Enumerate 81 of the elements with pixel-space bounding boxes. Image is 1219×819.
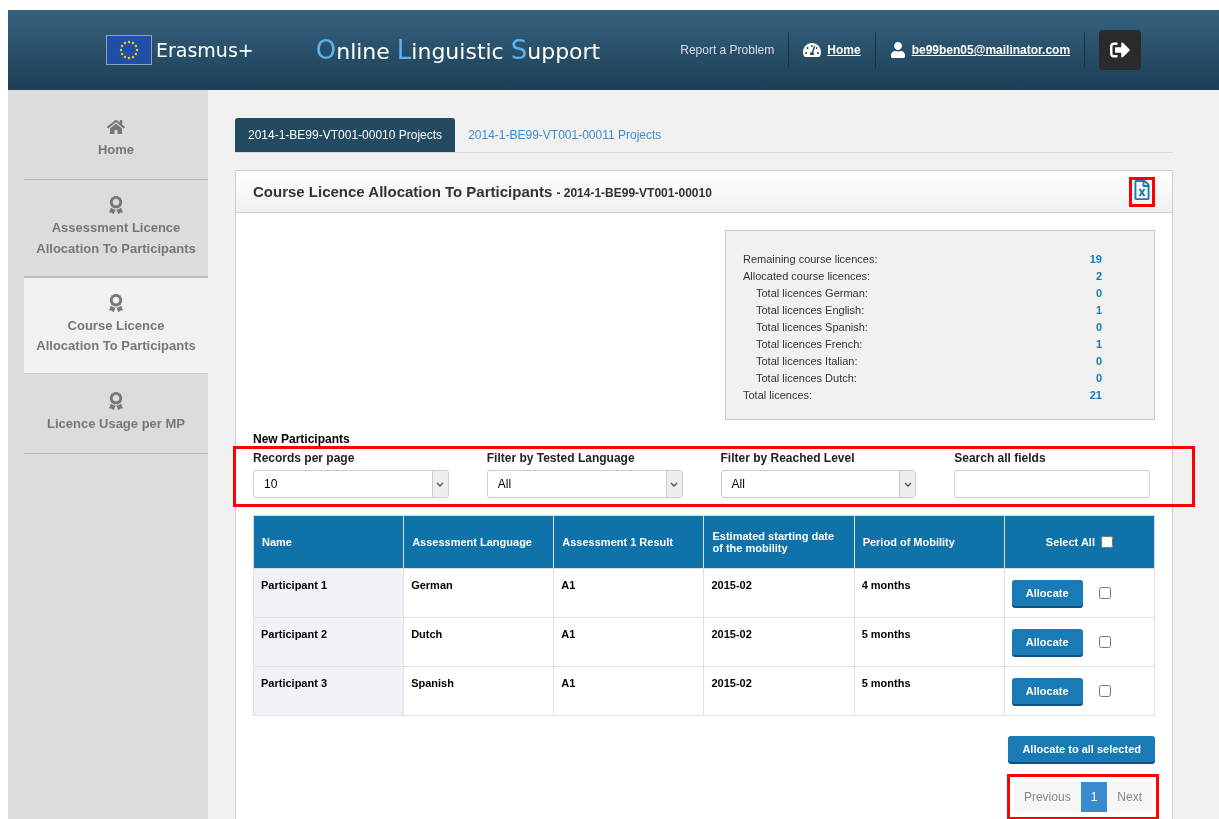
column-header: Estimated starting date of the mobility (703, 515, 855, 569)
stat-value: 21 (1089, 388, 1102, 403)
filter-select[interactable]: All (486, 470, 683, 498)
caret-icon (903, 481, 912, 487)
gauge-icon (803, 41, 822, 59)
stat-label: Total licences French: (756, 337, 863, 352)
panel-title: Course Licence Allocation To Participants - 2014-1-BE99-VT001-00010 (253, 183, 712, 200)
column-header: Assessment 1 Result (553, 515, 704, 569)
table-cell: Dutch (403, 617, 554, 667)
award-icon (107, 293, 125, 312)
table-cell: 2015-02 (703, 666, 855, 716)
table-cell: 5 months (854, 617, 1005, 667)
filter-label: Filter by Reached Level (720, 451, 856, 465)
user-icon (889, 42, 906, 58)
logout-icon (1110, 40, 1131, 60)
table-cell: German (403, 568, 554, 618)
column-header: Select All (1004, 515, 1155, 569)
table-cell: A1 (553, 568, 704, 618)
award-icon (107, 392, 125, 411)
project-tab[interactable]: 2014-1-BE99-VT001-00011 Projects (455, 118, 675, 152)
row-checkbox[interactable] (1098, 636, 1111, 648)
filter-label: Filter by Tested Language (486, 451, 636, 465)
home-link[interactable]: Home (803, 41, 861, 59)
table-cell: A1 (553, 617, 704, 667)
project-tab[interactable]: 2014-1-BE99-VT001-00010 Projects (235, 118, 456, 152)
allocate-all-button[interactable]: Allocate to all selected (1008, 736, 1155, 762)
stat-label: Total licences Dutch: (756, 371, 857, 386)
filter-label: Records per page (253, 451, 356, 465)
section-title: New Participants (253, 432, 351, 446)
column-header: Assessment Language (403, 515, 554, 569)
stat-value: 0 (1095, 371, 1102, 386)
spreadsheet-export-icon[interactable] (1132, 179, 1152, 200)
stat-value: 1 (1095, 337, 1102, 352)
page-button[interactable]: 1 (1080, 782, 1108, 812)
column-header: Period of Mobility (854, 515, 1005, 569)
stat-value: 0 (1095, 320, 1102, 335)
stat-value: 0 (1095, 354, 1102, 369)
row-checkbox[interactable] (1098, 685, 1111, 697)
report-problem-link[interactable]: Report a Problem (680, 43, 775, 57)
table-cell: 2015-02 (703, 617, 855, 667)
stat-value: 0 (1095, 286, 1102, 301)
table-cell: 4 months (854, 568, 1005, 618)
stat-label: Allocated course licences: (743, 269, 871, 284)
stat-label: Total licences: (743, 388, 813, 403)
previous-page-button[interactable]: Previous (1013, 782, 1081, 812)
award-icon (107, 196, 125, 214)
filter-select[interactable]: All (720, 470, 917, 498)
sidebar-item[interactable]: Course Licence Allocation To Participants (24, 276, 208, 375)
table-cell: Spanish (403, 666, 554, 716)
stat-value: 19 (1089, 252, 1102, 267)
user-link[interactable]: be99ben05@mailinator.com (889, 42, 1071, 58)
table-cell: Participant 2 (253, 617, 404, 667)
row-checkbox[interactable] (1098, 587, 1111, 599)
column-header: Name (253, 515, 404, 569)
select-all-checkbox[interactable] (1100, 536, 1113, 548)
search-field[interactable] (954, 470, 1150, 498)
stat-value: 2 (1095, 269, 1102, 284)
flag-logo-icon (106, 35, 152, 65)
stat-label: Total licences English: (756, 303, 865, 318)
table-cell: Participant 3 (253, 666, 404, 716)
filter-select[interactable]: 10 (253, 470, 449, 498)
stat-label: Total licences German: (756, 286, 868, 301)
stat-label: Remaining course licences: (743, 252, 878, 267)
caret-icon (436, 481, 445, 487)
allocate-button[interactable]: Allocate (1011, 678, 1083, 704)
stat-label: Total licences Italian: (756, 354, 858, 369)
table-cell: A1 (553, 666, 704, 716)
table-cell: 5 months (854, 666, 1005, 716)
stat-label: Total licences Spanish: (756, 320, 868, 335)
stat-value: 1 (1095, 303, 1102, 318)
allocate-button[interactable]: Allocate (1011, 629, 1083, 655)
site-title: Online Linguistic Support (315, 35, 601, 65)
table-cell: 2015-02 (703, 568, 855, 618)
program-name: Erasmus+ (156, 39, 254, 61)
table-cell: Participant 1 (253, 568, 404, 618)
logout-button[interactable] (1099, 30, 1142, 70)
filter-label: Search all fields (954, 451, 1047, 465)
caret-icon (670, 481, 678, 487)
allocate-button[interactable]: Allocate (1011, 580, 1083, 606)
next-page-button[interactable]: Next (1107, 782, 1152, 812)
home-icon (107, 118, 125, 137)
